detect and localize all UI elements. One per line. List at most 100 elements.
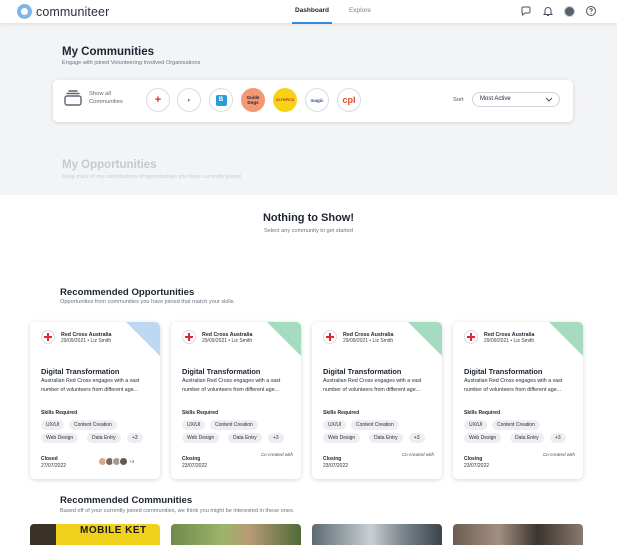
bell-icon[interactable] bbox=[542, 5, 554, 17]
red-cross-icon bbox=[41, 330, 55, 344]
card-meta: 29/09/2021 • Liz Smith bbox=[484, 338, 535, 344]
card-meta: 29/09/2021 • Liz Smith bbox=[202, 338, 253, 344]
card-title: Digital Transformation bbox=[182, 367, 261, 376]
skill-chip: Data Entry bbox=[510, 433, 544, 443]
skill-chip: Data Entry bbox=[87, 433, 121, 443]
card-title: Digital Transformation bbox=[464, 367, 543, 376]
show-all-communities-button[interactable]: Show all Communities bbox=[63, 89, 133, 107]
card-title: Digital Transformation bbox=[323, 367, 402, 376]
communities-strip: Show all Communities + F B Guide Dogs OL… bbox=[53, 80, 573, 122]
skills-required-label: Skills Required bbox=[323, 410, 360, 416]
card-description: Australian Red Cross engages with a vast… bbox=[464, 378, 563, 393]
opportunity-card[interactable]: Red Cross Australia 29/09/2021 • Liz Smi… bbox=[453, 322, 583, 479]
opportunity-card[interactable]: Red Cross Australia 29/09/2021 • Liz Smi… bbox=[30, 322, 160, 479]
skill-chip: Data Entry bbox=[228, 433, 262, 443]
card-meta: 29/09/2021 • Liz Smith bbox=[343, 338, 394, 344]
app-logo[interactable]: communiteer bbox=[17, 4, 109, 19]
sort-dropdown[interactable]: Most Active bbox=[472, 92, 560, 107]
skills-required-label: Skills Required bbox=[182, 410, 219, 416]
org-logo-cpl[interactable]: cpl bbox=[337, 88, 361, 112]
community-photo[interactable] bbox=[453, 524, 583, 545]
skill-chip: Web Design bbox=[41, 433, 79, 443]
co-created-label: Co-created with bbox=[260, 452, 293, 457]
red-cross-icon bbox=[182, 330, 196, 344]
user-avatar[interactable] bbox=[564, 5, 575, 17]
skill-chip: Content Creation bbox=[492, 420, 540, 430]
closing-label: Closing bbox=[182, 456, 201, 462]
opportunity-card[interactable]: Red Cross Australia 29/09/2021 • Liz Smi… bbox=[312, 322, 442, 479]
community-photo[interactable]: MOBILE KET bbox=[30, 524, 160, 545]
org-logo-blue[interactable]: B bbox=[209, 88, 233, 112]
my-opportunities-title: My Opportunities bbox=[62, 159, 157, 171]
tab-dashboard[interactable]: Dashboard bbox=[292, 0, 332, 24]
skill-chip: Content Creation bbox=[210, 420, 258, 430]
co-created-label: Co-created with bbox=[542, 452, 575, 457]
main-tabs: Dashboard Explore bbox=[292, 0, 374, 24]
closing-date: 23/07/2022 bbox=[323, 463, 349, 469]
my-opportunities-subtitle: Keep track of my contributions of opport… bbox=[62, 174, 241, 180]
top-navigation-bar: communiteer Dashboard Explore bbox=[0, 0, 617, 24]
closing-date: 23/07/2022 bbox=[182, 463, 208, 469]
skills-required-label: Skills Required bbox=[41, 410, 78, 416]
skill-chip: Web Design bbox=[464, 433, 502, 443]
community-photo[interactable] bbox=[171, 524, 301, 545]
skill-chip: UX/UI bbox=[323, 420, 347, 430]
recommended-opportunities-subtitle: Opportunities from communities you have … bbox=[60, 299, 236, 305]
skill-chip: Data Entry bbox=[369, 433, 403, 443]
closing-label: Closing bbox=[464, 456, 483, 462]
skill-chip: Web Design bbox=[182, 433, 220, 443]
org-logo-red-cross[interactable]: + bbox=[146, 88, 170, 112]
chat-icon[interactable] bbox=[520, 5, 532, 17]
help-icon[interactable] bbox=[585, 5, 597, 17]
skill-chip: Web Design bbox=[323, 433, 361, 443]
tab-explore[interactable]: Explore bbox=[346, 0, 374, 24]
empty-state-subtitle: Select any community to get started bbox=[264, 228, 353, 234]
closing-label: Closed bbox=[41, 456, 58, 462]
co-created-label: Co-created with bbox=[401, 452, 434, 457]
header-actions bbox=[520, 5, 597, 17]
closing-date: 23/07/2022 bbox=[464, 463, 490, 469]
opportunity-card[interactable]: Red Cross Australia 29/09/2021 • Liz Smi… bbox=[171, 322, 301, 479]
skill-chip-more: +3 bbox=[127, 433, 143, 443]
card-corner-ribbon bbox=[126, 322, 160, 356]
skill-chip: UX/UI bbox=[464, 420, 488, 430]
skill-chip: Content Creation bbox=[69, 420, 117, 430]
closing-date: 27/07/2022 bbox=[41, 463, 67, 469]
card-description: Australian Red Cross engages with a vast… bbox=[323, 378, 422, 393]
org-logo-guide-dogs[interactable]: Guide Dogs bbox=[241, 88, 265, 112]
red-cross-icon bbox=[464, 330, 478, 344]
red-cross-icon bbox=[323, 330, 337, 344]
my-communities-subtitle: Engage with joined Volunteering Involved… bbox=[62, 60, 201, 66]
community-photo[interactable] bbox=[312, 524, 442, 545]
org-logo-foundation[interactable]: F bbox=[177, 88, 201, 112]
my-communities-title: My Communities bbox=[62, 46, 155, 58]
skill-chip: Content Creation bbox=[351, 420, 399, 430]
empty-state-title: Nothing to Show! bbox=[262, 212, 355, 224]
skill-chip-more: +3 bbox=[268, 433, 284, 443]
logo-icon bbox=[17, 4, 32, 19]
card-corner-ribbon bbox=[549, 322, 583, 356]
skill-chip-more: +3 bbox=[550, 433, 566, 443]
org-logo-special-olympics[interactable]: OLYMPICS bbox=[273, 88, 297, 112]
skill-chip: UX/UI bbox=[41, 420, 65, 430]
participant-avatars: +3 bbox=[98, 457, 135, 466]
recommended-communities-subtitle: Based off of your currently joined commu… bbox=[60, 508, 295, 514]
recommended-opportunities-title: Recommended Opportunities bbox=[60, 287, 195, 298]
sort-value: Most Active bbox=[480, 96, 511, 102]
more-participants-count: +3 bbox=[129, 459, 135, 464]
card-description: Australian Red Cross engages with a vast… bbox=[182, 378, 281, 393]
org-logo-magic[interactable]: magic bbox=[305, 88, 329, 112]
inbox-stack-icon bbox=[64, 90, 82, 106]
app-name: communiteer bbox=[36, 4, 110, 19]
card-meta: 29/09/2021 • Liz Smith bbox=[61, 338, 112, 344]
card-corner-ribbon bbox=[408, 322, 442, 356]
avatar bbox=[119, 457, 128, 466]
sort-label: Sort bbox=[453, 97, 464, 103]
closing-label: Closing bbox=[323, 456, 342, 462]
skills-required-label: Skills Required bbox=[464, 410, 501, 416]
card-title: Digital Transformation bbox=[41, 367, 120, 376]
recommended-communities-title: Recommended Communities bbox=[60, 495, 193, 506]
card-corner-ribbon bbox=[267, 322, 301, 356]
community-photo-text: MOBILE KET bbox=[80, 525, 147, 536]
show-all-label: Show all Communities bbox=[89, 91, 123, 105]
